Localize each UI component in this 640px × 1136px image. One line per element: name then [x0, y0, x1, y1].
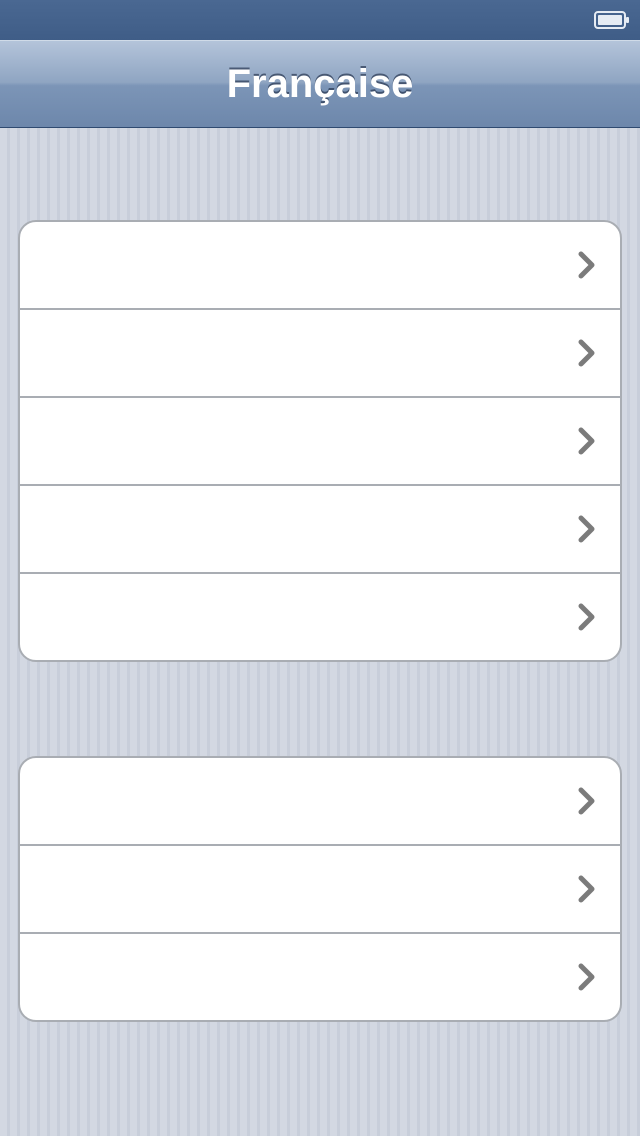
chevron-right-icon: [578, 963, 595, 991]
status-bar: [0, 0, 640, 40]
table-section-2: [18, 756, 622, 1022]
table-row[interactable]: [20, 934, 620, 1020]
table-section-1: [18, 220, 622, 662]
chevron-right-icon: [578, 251, 595, 279]
table-row[interactable]: [20, 574, 620, 660]
chevron-right-icon: [578, 515, 595, 543]
chevron-right-icon: [578, 603, 595, 631]
chevron-right-icon: [578, 339, 595, 367]
battery-icon: [594, 11, 629, 29]
navigation-bar: Française: [0, 40, 640, 128]
table-row[interactable]: [20, 310, 620, 398]
chevron-right-icon: [578, 427, 595, 455]
table-row[interactable]: [20, 486, 620, 574]
table-row[interactable]: [20, 846, 620, 934]
table-row[interactable]: [20, 758, 620, 846]
table-row[interactable]: [20, 222, 620, 310]
chevron-right-icon: [578, 787, 595, 815]
nav-title: Française: [226, 62, 414, 106]
chevron-right-icon: [578, 875, 595, 903]
table-row[interactable]: [20, 398, 620, 486]
